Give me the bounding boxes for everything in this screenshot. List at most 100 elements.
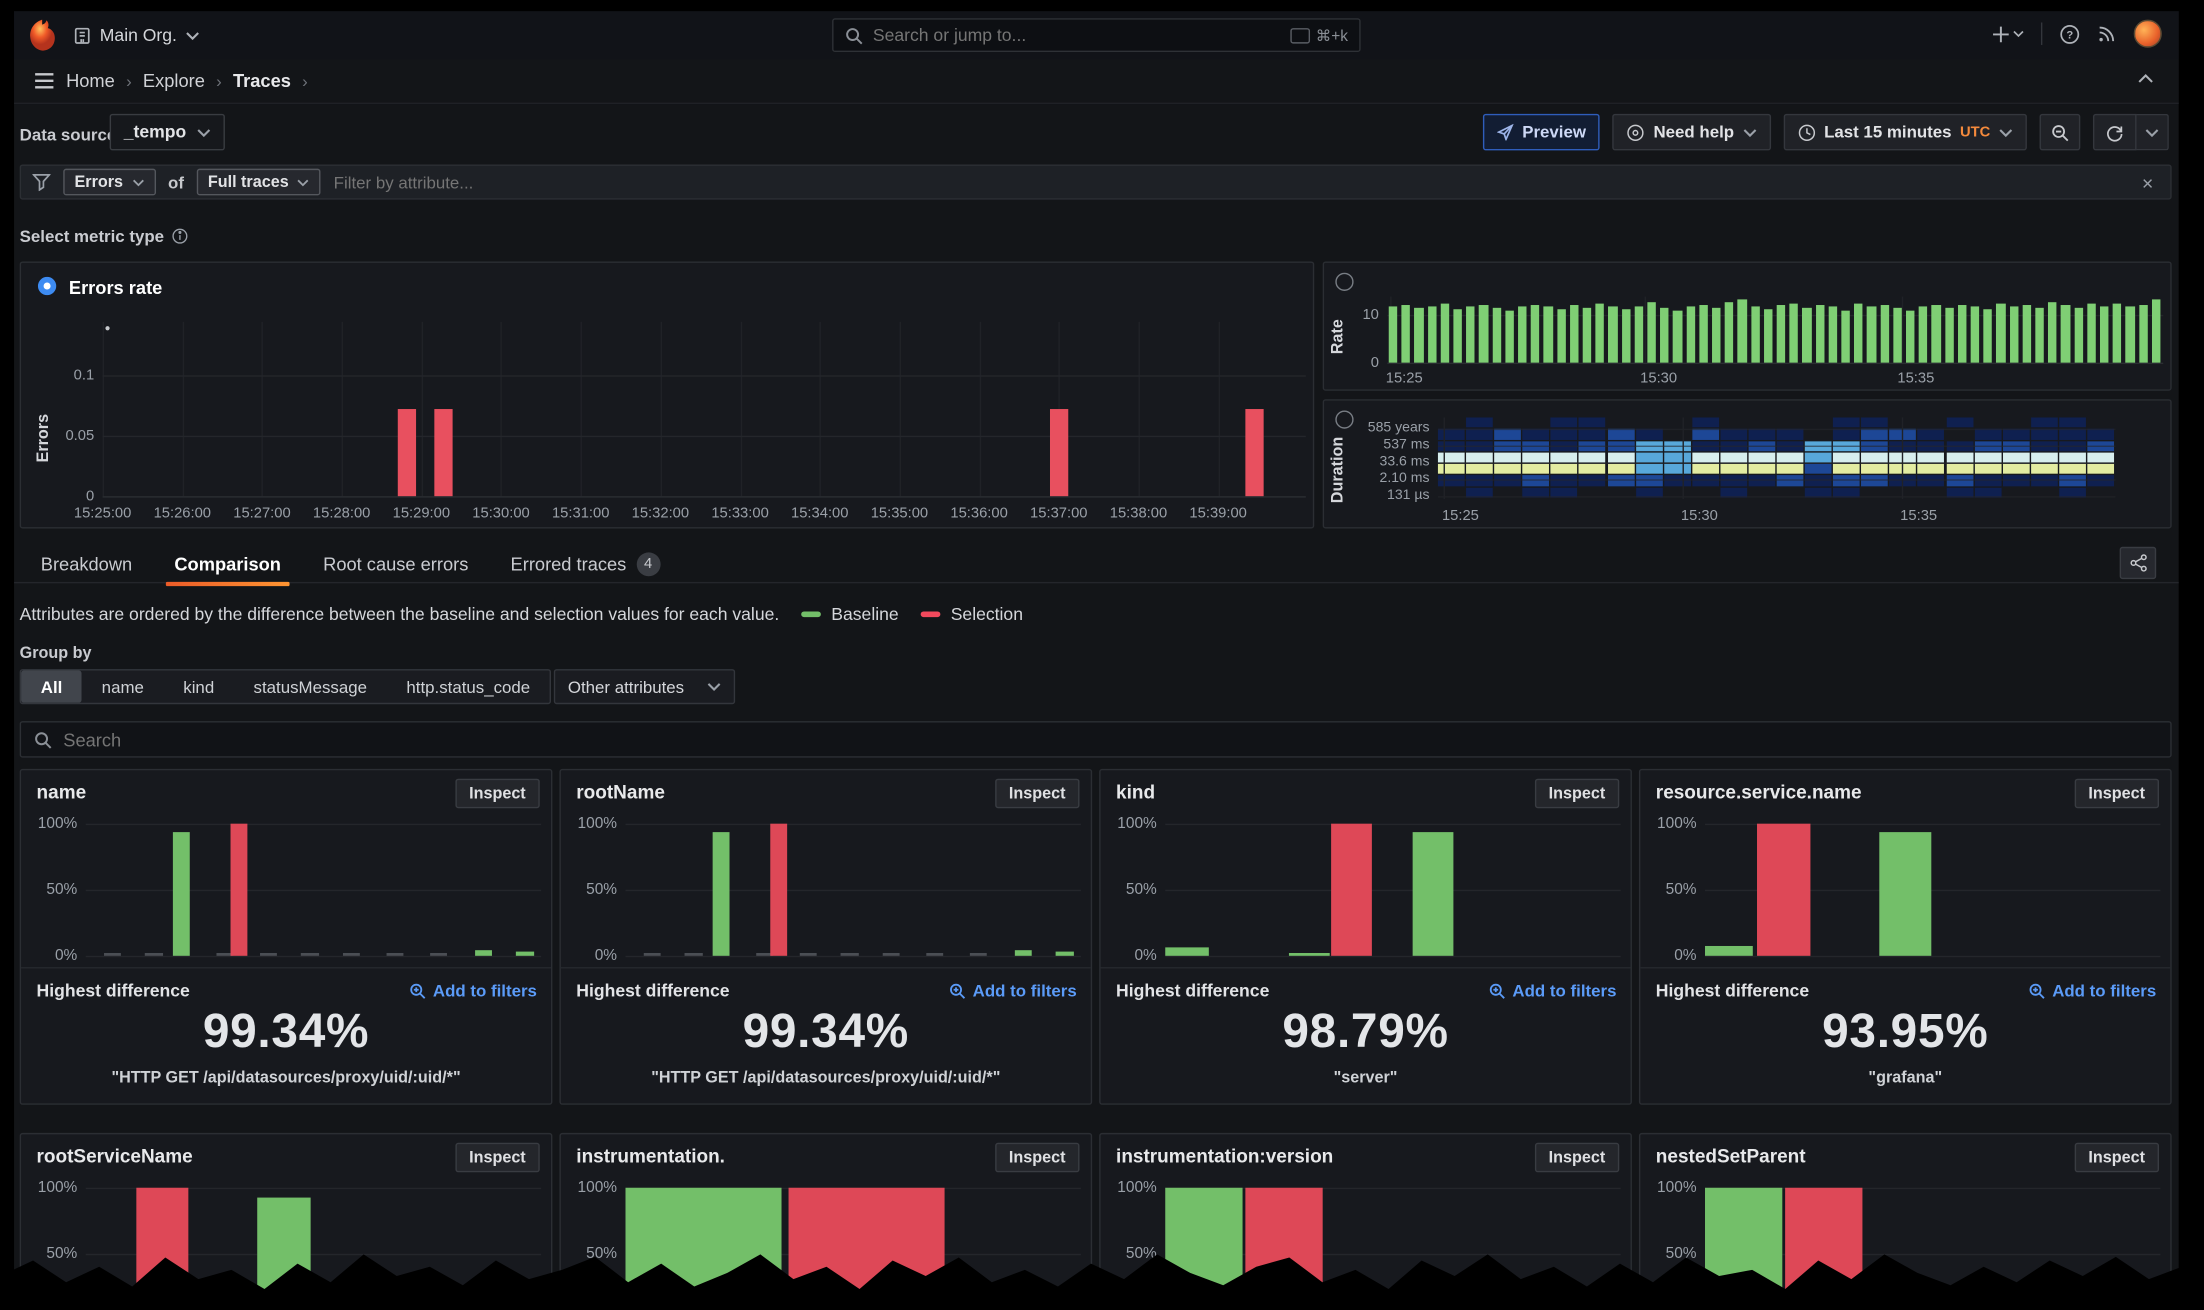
heatmap-cell[interactable]: [1664, 476, 1691, 486]
rate-bar[interactable]: [1518, 307, 1527, 363]
rate-bar[interactable]: [2061, 306, 2070, 363]
rate-bar[interactable]: [1803, 307, 1812, 362]
rate-bar[interactable]: [1841, 310, 1850, 362]
news-icon[interactable]: [2097, 24, 2117, 44]
heatmap-cell[interactable]: [1692, 417, 1719, 427]
heatmap-cell[interactable]: [1551, 452, 1578, 462]
rate-bar[interactable]: [1453, 309, 1462, 362]
error-bar[interactable]: [1245, 408, 1263, 496]
group-by-kind[interactable]: kind: [164, 670, 234, 702]
inspect-button[interactable]: Inspect: [455, 1143, 540, 1173]
rate-bar[interactable]: [2035, 308, 2044, 363]
user-avatar[interactable]: [2134, 20, 2162, 48]
rate-bar[interactable]: [1492, 308, 1501, 363]
heatmap-cell[interactable]: [1946, 476, 1973, 486]
rate-bar[interactable]: [1777, 306, 1786, 363]
rate-bar[interactable]: [1738, 300, 1747, 363]
selection-bar[interactable]: [230, 824, 247, 956]
heatmap-cell[interactable]: [1636, 429, 1663, 439]
heatmap-cell[interactable]: [2087, 452, 2114, 462]
info-circle-icon[interactable]: [171, 228, 188, 245]
minor-bar[interactable]: [882, 953, 899, 956]
rate-bar[interactable]: [1544, 306, 1553, 362]
errors-rate-panel[interactable]: Errors rate Errors 15:25:0015:26:0015:27…: [20, 261, 1315, 528]
rate-bar[interactable]: [1828, 306, 1837, 362]
baseline-bar[interactable]: [173, 832, 190, 956]
rate-bar[interactable]: [1686, 307, 1695, 363]
heatmap-cell[interactable]: [2003, 452, 2030, 462]
heatmap-cell[interactable]: [2003, 429, 2030, 439]
heatmap-cell[interactable]: [1777, 464, 1804, 474]
rate-bar[interactable]: [1751, 306, 1760, 363]
heatmap-cell[interactable]: [2087, 476, 2114, 486]
heatmap-cell[interactable]: [2003, 464, 2030, 474]
heatmap-cell[interactable]: [1523, 464, 1550, 474]
heatmap-cell[interactable]: [1861, 417, 1888, 427]
refresh-interval-dropdown[interactable]: [2137, 114, 2169, 151]
global-search-input[interactable]: [873, 25, 1281, 45]
selection-bar[interactable]: [1758, 824, 1811, 956]
rate-bar[interactable]: [2022, 305, 2031, 363]
heatmap-cell[interactable]: [1974, 476, 2001, 486]
heatmap-cell[interactable]: [1748, 429, 1775, 439]
error-bar[interactable]: [435, 408, 453, 496]
rate-bar[interactable]: [1531, 305, 1540, 363]
rate-bar[interactable]: [2074, 307, 2083, 362]
rate-bar[interactable]: [1622, 310, 1631, 363]
attribute-search-input[interactable]: [63, 729, 2157, 750]
heatmap-cell[interactable]: [1636, 464, 1663, 474]
heatmap-cell[interactable]: [1861, 464, 1888, 474]
zoom-out-button[interactable]: [2040, 114, 2081, 151]
preview-button[interactable]: Preview: [1483, 114, 1600, 151]
breadcrumb-item-traces[interactable]: Traces: [233, 70, 291, 91]
inspect-button[interactable]: Inspect: [2074, 1143, 2159, 1173]
heatmap-cell[interactable]: [1494, 464, 1521, 474]
rate-bar[interactable]: [1919, 306, 1928, 363]
heatmap-cell[interactable]: [1720, 429, 1747, 439]
rate-bar[interactable]: [2100, 306, 2109, 363]
heatmap-cell[interactable]: [2059, 417, 2086, 427]
heatmap-cell[interactable]: [1805, 452, 1832, 462]
datasource-picker[interactable]: _tempo: [110, 114, 226, 151]
heatmap-cell[interactable]: [1551, 464, 1578, 474]
baseline-bar[interactable]: [713, 832, 730, 956]
heatmap-cell[interactable]: [1607, 452, 1634, 462]
collapse-chevron-up-icon[interactable]: [2138, 73, 2153, 84]
time-range-picker[interactable]: Last 15 minutes UTC: [1783, 114, 2027, 151]
heatmap-cell[interactable]: [2059, 429, 2086, 439]
heatmap-cell[interactable]: [1918, 476, 1945, 486]
group-by-statusmessage[interactable]: statusMessage: [234, 670, 387, 702]
inspect-button[interactable]: Inspect: [455, 779, 540, 809]
group-by-all[interactable]: All: [21, 670, 82, 702]
heatmap-cell[interactable]: [1918, 464, 1945, 474]
baseline-bar[interactable]: [475, 951, 492, 956]
heatmap-cell[interactable]: [1946, 464, 1973, 474]
org-switcher[interactable]: Main Org.: [73, 21, 199, 49]
rate-bar[interactable]: [1815, 305, 1824, 363]
heatmap-cell[interactable]: [1692, 452, 1719, 462]
heatmap-cell[interactable]: [1551, 476, 1578, 486]
heatmap-cell[interactable]: [2003, 476, 2030, 486]
attribute-search[interactable]: [20, 721, 2172, 758]
refresh-button[interactable]: [2093, 114, 2137, 151]
heatmap-cell[interactable]: [1523, 429, 1550, 439]
selection-bar[interactable]: [1331, 824, 1372, 956]
minor-bar[interactable]: [800, 953, 817, 956]
heatmap-cell[interactable]: [1833, 429, 1860, 439]
heatmap-cell[interactable]: [1861, 476, 1888, 486]
heatmap-cell[interactable]: [1466, 476, 1493, 486]
clear-filter-button[interactable]: ×: [2136, 171, 2159, 193]
rate-bar[interactable]: [1764, 309, 1773, 363]
baseline-bar[interactable]: [1056, 952, 1073, 956]
rate-bar[interactable]: [2113, 303, 2122, 362]
error-bar[interactable]: [1050, 408, 1068, 496]
heatmap-cell[interactable]: [1664, 452, 1691, 462]
rate-bar[interactable]: [1699, 305, 1708, 363]
minor-bar[interactable]: [145, 953, 162, 956]
minor-bar[interactable]: [342, 953, 359, 956]
baseline-bar[interactable]: [1289, 953, 1330, 956]
rate-bar[interactable]: [2139, 305, 2148, 363]
heatmap-cell[interactable]: [2059, 464, 2086, 474]
rate-metric-panel[interactable]: Rate 10015:2515:3015:35: [1323, 261, 2172, 390]
rate-bar[interactable]: [1415, 308, 1424, 362]
